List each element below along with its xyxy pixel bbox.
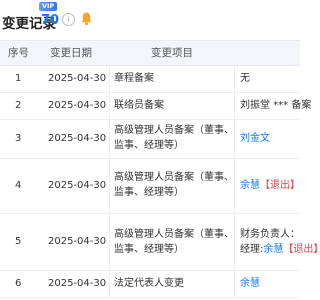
row-date: 2025-04-30	[48, 180, 107, 191]
row-item-line: 监事、经理等）	[114, 187, 184, 198]
row-item-line: 高级管理人员备案（董事、	[114, 172, 234, 183]
row-item-line: 高级管理人员备案（董事、	[114, 229, 234, 240]
row-after-content: 无	[240, 73, 250, 84]
table-row: 3 2025-04-30 高级管理人员备案（董事、 监事、经理等） 刘金文	[0, 120, 300, 159]
row-date: 2025-04-30	[48, 73, 107, 84]
row-index: 3	[15, 133, 22, 144]
row-index: 1	[15, 73, 22, 84]
column-header-date: 变更日期	[50, 47, 92, 59]
column-header-item: 变更项目	[151, 47, 193, 59]
row-item-line: 监事、经理等）	[114, 140, 184, 151]
record-count: 70	[41, 13, 60, 28]
row-date: 2025-04-30	[48, 100, 107, 111]
row-item-line: 高级管理人员备案（董事、	[114, 125, 234, 136]
row-after-content: 刘振堂 *** 备案	[240, 100, 312, 111]
table-header: 序号 变更日期 变更项目	[0, 40, 300, 66]
row-index: 5	[15, 236, 22, 247]
person-link[interactable]: 余慧	[263, 244, 283, 255]
row-index: 2	[15, 100, 22, 111]
row-item: 法定代表人变更	[114, 278, 184, 289]
table-row: 2 2025-04-30 联络员备案 刘振堂 *** 备案	[0, 93, 311, 120]
row-date: 2025-04-30	[48, 236, 107, 247]
row-item: 章程备案	[114, 73, 154, 84]
row-index: 6	[15, 278, 22, 289]
role-label: 财务负责人：	[240, 229, 300, 240]
table-row: 6 2025-04-30 法定代表人变更 余慧	[0, 271, 300, 298]
exit-tag: 【退出】	[283, 244, 320, 255]
role-label: 经理:	[240, 244, 264, 255]
row-index: 4	[15, 180, 22, 191]
table-row: 5 2025-04-30 高级管理人员备案（董事、 监事、经理等） 财务负责人：…	[0, 214, 320, 271]
vip-badge: VIP	[39, 2, 58, 11]
row-date: 2025-04-30	[48, 133, 107, 144]
bell-icon[interactable]	[80, 11, 93, 26]
column-header-index: 序号	[8, 47, 29, 59]
change-record-header: 变更记录 VIP 70 i	[0, 0, 300, 40]
row-after-content: 余慧【退出】	[240, 179, 300, 193]
person-link[interactable]: 余慧	[240, 180, 260, 191]
row-item: 联络员备案	[114, 100, 164, 111]
person-link[interactable]: 余慧	[240, 277, 260, 291]
row-after-content: 经理:余慧【退出】	[240, 243, 320, 257]
exit-tag: 【退出】	[260, 180, 300, 191]
row-date: 2025-04-30	[48, 278, 107, 289]
row-item-line: 监事、经理等）	[114, 244, 184, 255]
table-row: 4 2025-04-30 高级管理人员备案（董事、 监事、经理等） 余慧【退出】	[0, 159, 300, 214]
info-icon[interactable]: i	[62, 13, 75, 26]
table-row: 1 2025-04-30 章程备案 无	[0, 66, 300, 93]
person-link[interactable]: 刘金文	[240, 132, 270, 146]
change-record-table: 序号 变更日期 变更项目 1 2025-04-30 章程备案 无 2 2025-…	[0, 40, 320, 298]
